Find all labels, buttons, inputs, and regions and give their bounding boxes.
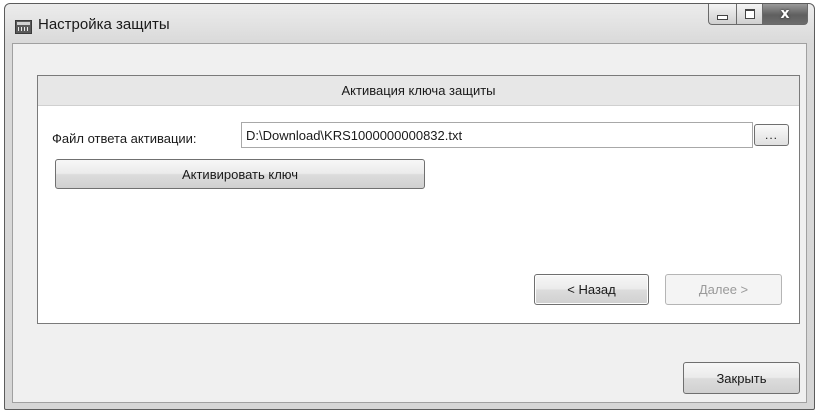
close-button[interactable]: Закрыть [683,362,800,394]
maximize-icon [744,9,755,19]
maximize-button[interactable] [736,4,762,25]
minimize-button[interactable] [708,4,736,25]
close-window-button[interactable]: x [762,4,808,25]
window-title: Настройка защиты [38,16,170,33]
next-button[interactable]: Далее > [665,274,782,305]
file-label: Файл ответа активации: [52,131,197,146]
back-button[interactable]: < Назад [534,274,649,305]
settings-window: Настройка защиты x Активация ключа защит… [4,3,815,410]
caption-buttons: x [708,4,808,25]
browse-button[interactable]: ... [754,124,789,146]
panel-header: Активация ключа защиты [38,76,799,106]
title-bar[interactable]: Настройка защиты x [5,4,814,46]
activation-panel: Активация ключа защиты Файл ответа актив… [37,75,800,324]
client-area: Активация ключа защиты Файл ответа актив… [12,43,807,403]
close-icon: x [780,6,790,22]
app-window-icon[interactable] [15,20,32,34]
minimize-icon [717,14,728,20]
activate-key-button[interactable]: Активировать ключ [55,159,425,189]
activation-file-input[interactable] [241,122,753,148]
